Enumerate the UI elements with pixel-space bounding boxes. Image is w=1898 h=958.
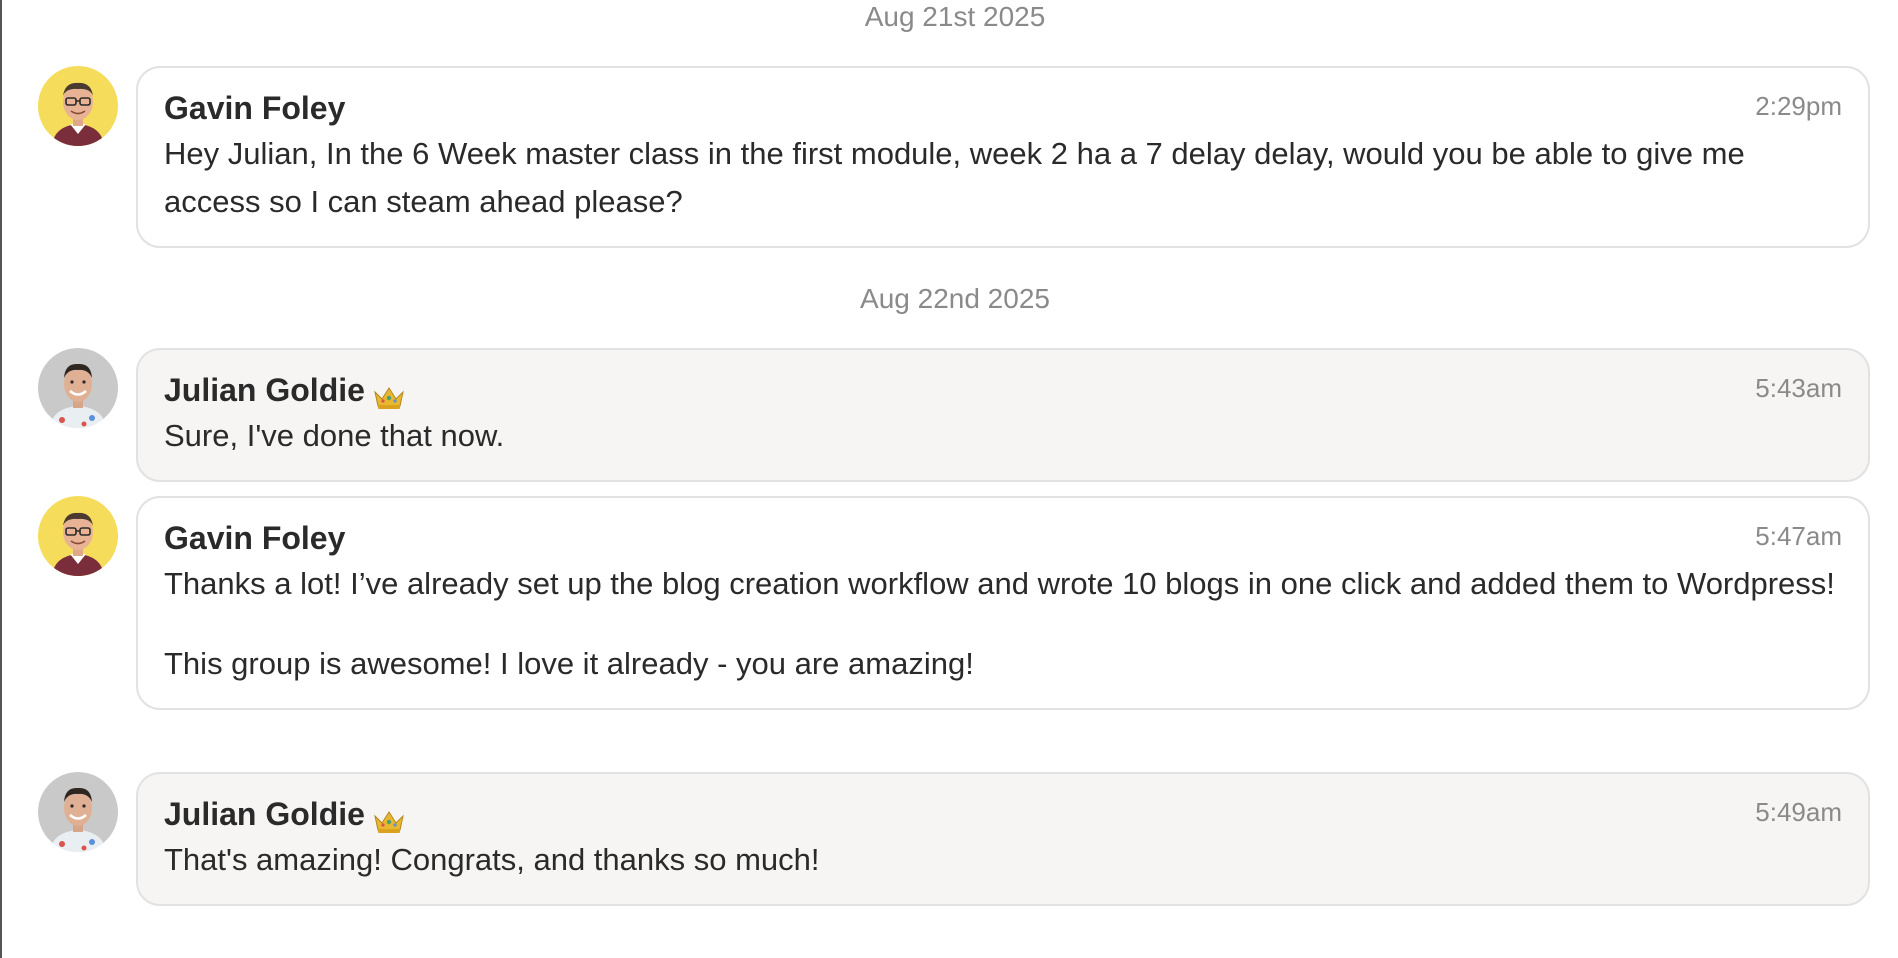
avatar-julian-goldie[interactable] (38, 348, 118, 428)
message-text: Hey Julian, In the 6 Week master class i… (164, 136, 1745, 219)
message-body: Thanks a lot! I’ve already set up the bl… (164, 560, 1842, 688)
message-author[interactable]: Gavin Foley (164, 516, 345, 560)
message-text: This group is awesome! I love it already… (164, 646, 974, 681)
message-text: Sure, I've done that now. (164, 418, 505, 453)
crown-icon (373, 801, 405, 833)
message-timestamp: 5:49am (1755, 797, 1842, 827)
message-text: Thanks a lot! I’ve already set up the bl… (164, 566, 1835, 601)
message-body: That's amazing! Congrats, and thanks so … (164, 836, 1842, 884)
date-separator: Aug 22nd 2025 (860, 283, 1050, 314)
avatar-gavin-foley[interactable] (38, 496, 118, 576)
date-separator: Aug 21st 2025 (864, 1, 1046, 32)
message-author[interactable]: Julian Goldie (164, 368, 365, 412)
message-author[interactable]: Julian Goldie (164, 792, 365, 836)
message-author[interactable]: Gavin Foley (164, 86, 345, 130)
chat-thread-page: Aug 21st 2025 Gavin Foley 2:29pm Hey Jul… (0, 0, 1898, 958)
message-bubble: Julian Goldie 5:49am That's amazing! Con… (136, 772, 1870, 906)
message-timestamp: 2:29pm (1755, 91, 1842, 121)
avatar-julian-goldie[interactable] (38, 772, 118, 852)
message-timestamp: 5:43am (1755, 373, 1842, 403)
avatar-gavin-foley[interactable] (38, 66, 118, 146)
crown-icon (373, 377, 405, 409)
message-timestamp: 5:47am (1755, 521, 1842, 551)
message-body: Hey Julian, In the 6 Week master class i… (164, 130, 1842, 226)
message-body: Sure, I've done that now. (164, 412, 1842, 460)
message-bubble: Julian Goldie 5:43am Sure, I've done tha… (136, 348, 1870, 482)
message-bubble: Gavin Foley 5:47am Thanks a lot! I’ve al… (136, 496, 1870, 710)
message-bubble: Gavin Foley 2:29pm Hey Julian, In the 6 … (136, 66, 1870, 248)
message-text: That's amazing! Congrats, and thanks so … (164, 842, 820, 877)
